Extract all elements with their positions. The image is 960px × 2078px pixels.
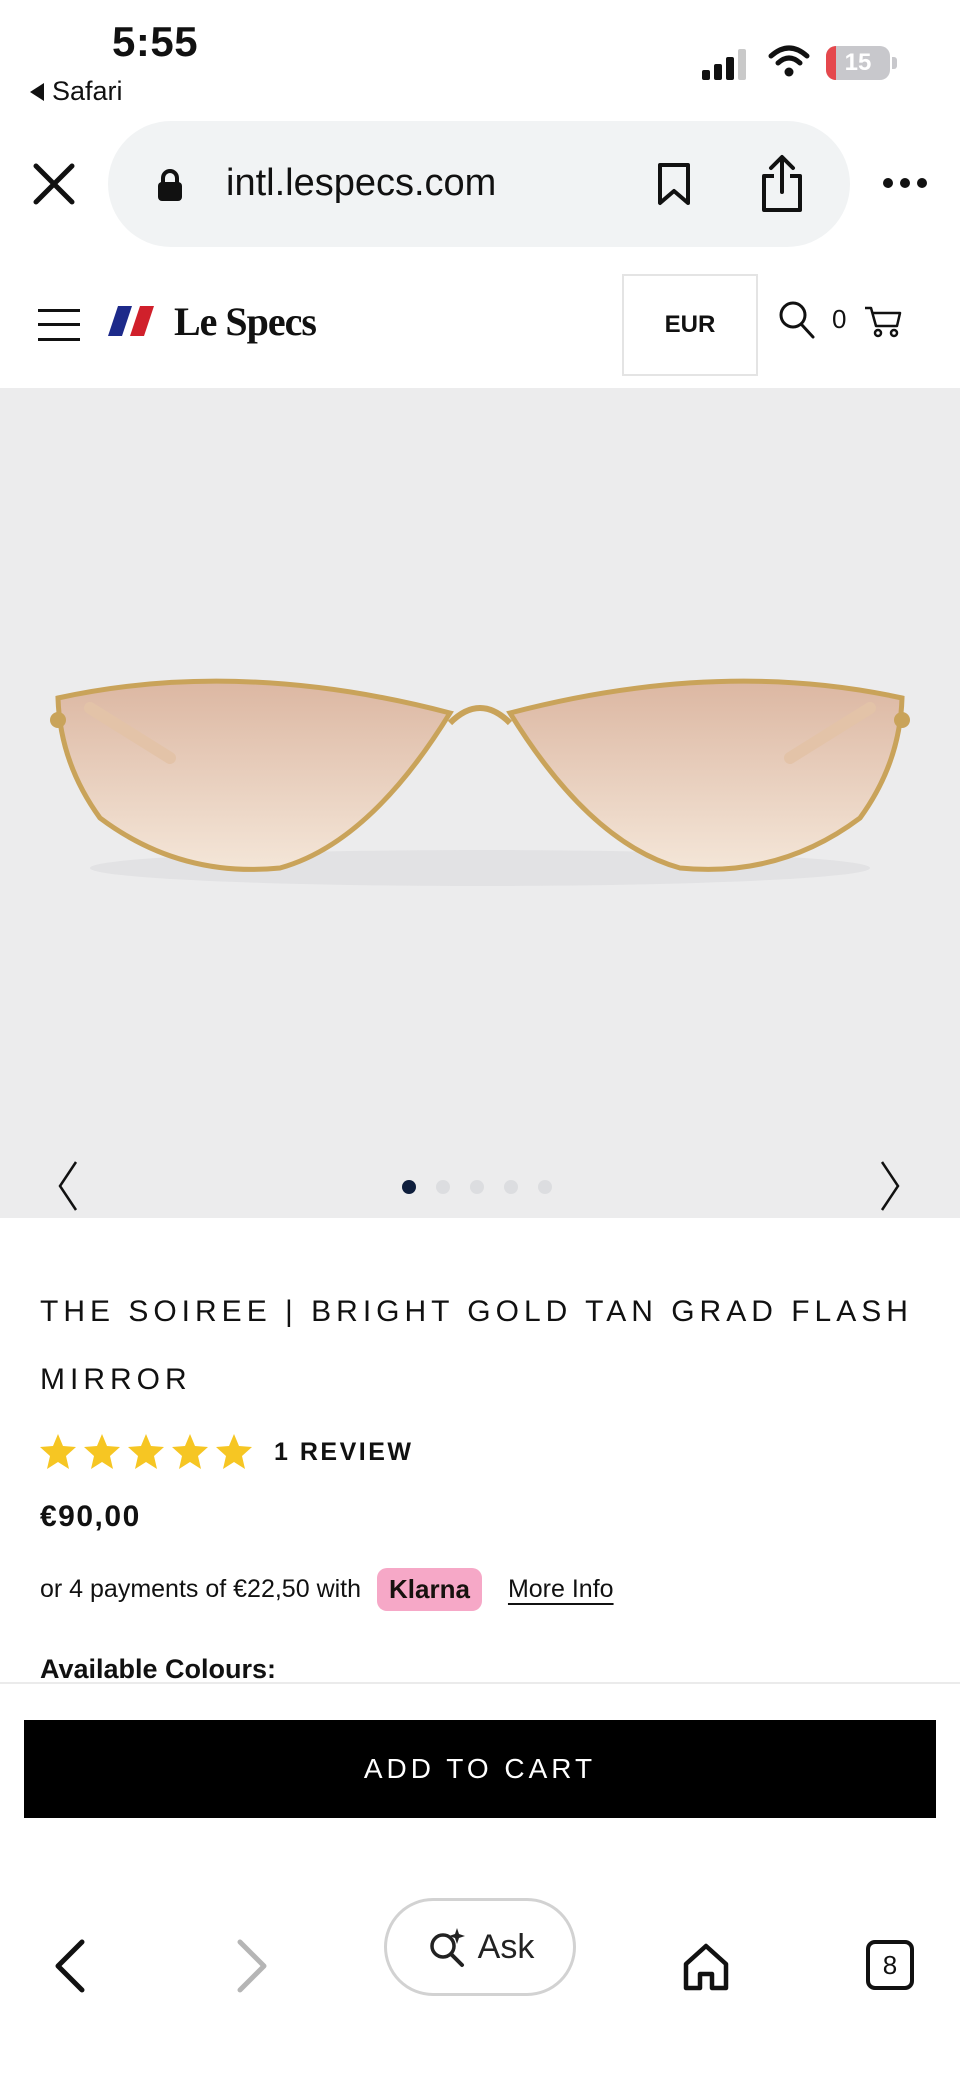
cart-count[interactable]: 0 xyxy=(832,304,846,335)
bookmark-icon[interactable] xyxy=(656,162,692,206)
cart-icon[interactable] xyxy=(864,304,902,338)
site-header: Le Specs EUR 0 xyxy=(0,256,960,388)
star-icon xyxy=(216,1434,252,1469)
product-image-sunglasses xyxy=(50,678,910,886)
gallery-prev-icon[interactable] xyxy=(56,1160,80,1212)
ask-button[interactable]: Ask xyxy=(384,1898,576,1996)
browser-toolbar: Ask 8 xyxy=(0,1882,960,2078)
gallery-next-icon[interactable] xyxy=(878,1160,902,1212)
review-count[interactable]: 1 REVIEW xyxy=(274,1438,413,1467)
product-title: THE SOIREE | BRIGHT GOLD TAN GRAD FLASH … xyxy=(40,1295,913,1396)
gallery-dot[interactable] xyxy=(402,1180,416,1194)
back-icon[interactable] xyxy=(52,1938,86,1994)
product-rating[interactable]: 1 REVIEW xyxy=(38,1432,413,1472)
klarna-badge: Klarna xyxy=(377,1568,482,1611)
forward-icon[interactable] xyxy=(236,1938,270,1994)
battery-icon: 15 xyxy=(826,46,898,80)
installments-text: or 4 payments of €22,50 with xyxy=(40,1575,362,1603)
share-icon[interactable] xyxy=(758,154,806,214)
gallery-dot[interactable] xyxy=(504,1180,518,1194)
logo-stripes-icon xyxy=(108,306,154,336)
more-info-link[interactable]: More Info xyxy=(508,1575,614,1604)
tabs-icon[interactable]: 8 xyxy=(866,1940,914,1990)
menu-icon[interactable] xyxy=(38,309,80,341)
product-gallery[interactable] xyxy=(0,388,960,1218)
star-icon xyxy=(40,1434,76,1469)
battery-level: 15 xyxy=(844,49,872,76)
rating-stars xyxy=(38,1432,254,1472)
available-colours-label: Available Colours: xyxy=(40,1654,277,1684)
back-app-label: Safari xyxy=(52,76,123,106)
cellular-signal-icon xyxy=(702,49,746,80)
more-icon[interactable] xyxy=(882,176,928,190)
star-icon xyxy=(172,1434,208,1469)
ask-label: Ask xyxy=(477,1927,535,1966)
url-text[interactable]: intl.lespecs.com xyxy=(226,162,496,205)
back-triangle-icon xyxy=(30,82,44,101)
ask-sparkle-search-icon xyxy=(429,1928,465,1967)
gallery-dot[interactable] xyxy=(436,1180,450,1194)
star-icon xyxy=(84,1434,120,1469)
lock-icon xyxy=(158,169,182,201)
wifi-icon xyxy=(768,45,810,77)
gallery-dot[interactable] xyxy=(470,1180,484,1194)
gallery-pagination xyxy=(402,1180,552,1196)
add-to-cart-button[interactable]: ADD TO CART xyxy=(24,1720,936,1818)
status-time: 5:55 xyxy=(112,18,199,65)
currency-selector[interactable]: EUR xyxy=(622,274,758,376)
klarna-installments: or 4 payments of €22,50 with Klarna More… xyxy=(40,1568,614,1611)
logo-text: Le Specs xyxy=(174,298,317,344)
back-to-app[interactable]: Safari xyxy=(30,76,123,107)
home-icon[interactable] xyxy=(682,1942,730,1992)
product-price: €90,00 xyxy=(40,1500,141,1533)
search-icon[interactable] xyxy=(778,300,816,340)
site-logo[interactable]: Le Specs xyxy=(108,298,317,344)
sticky-cart-bar: ADD TO CART xyxy=(0,1682,960,1882)
close-icon[interactable] xyxy=(30,160,78,208)
gallery-dot[interactable] xyxy=(538,1180,552,1194)
status-bar: 5:55 Safari 15 xyxy=(0,0,960,118)
star-icon xyxy=(128,1434,164,1469)
